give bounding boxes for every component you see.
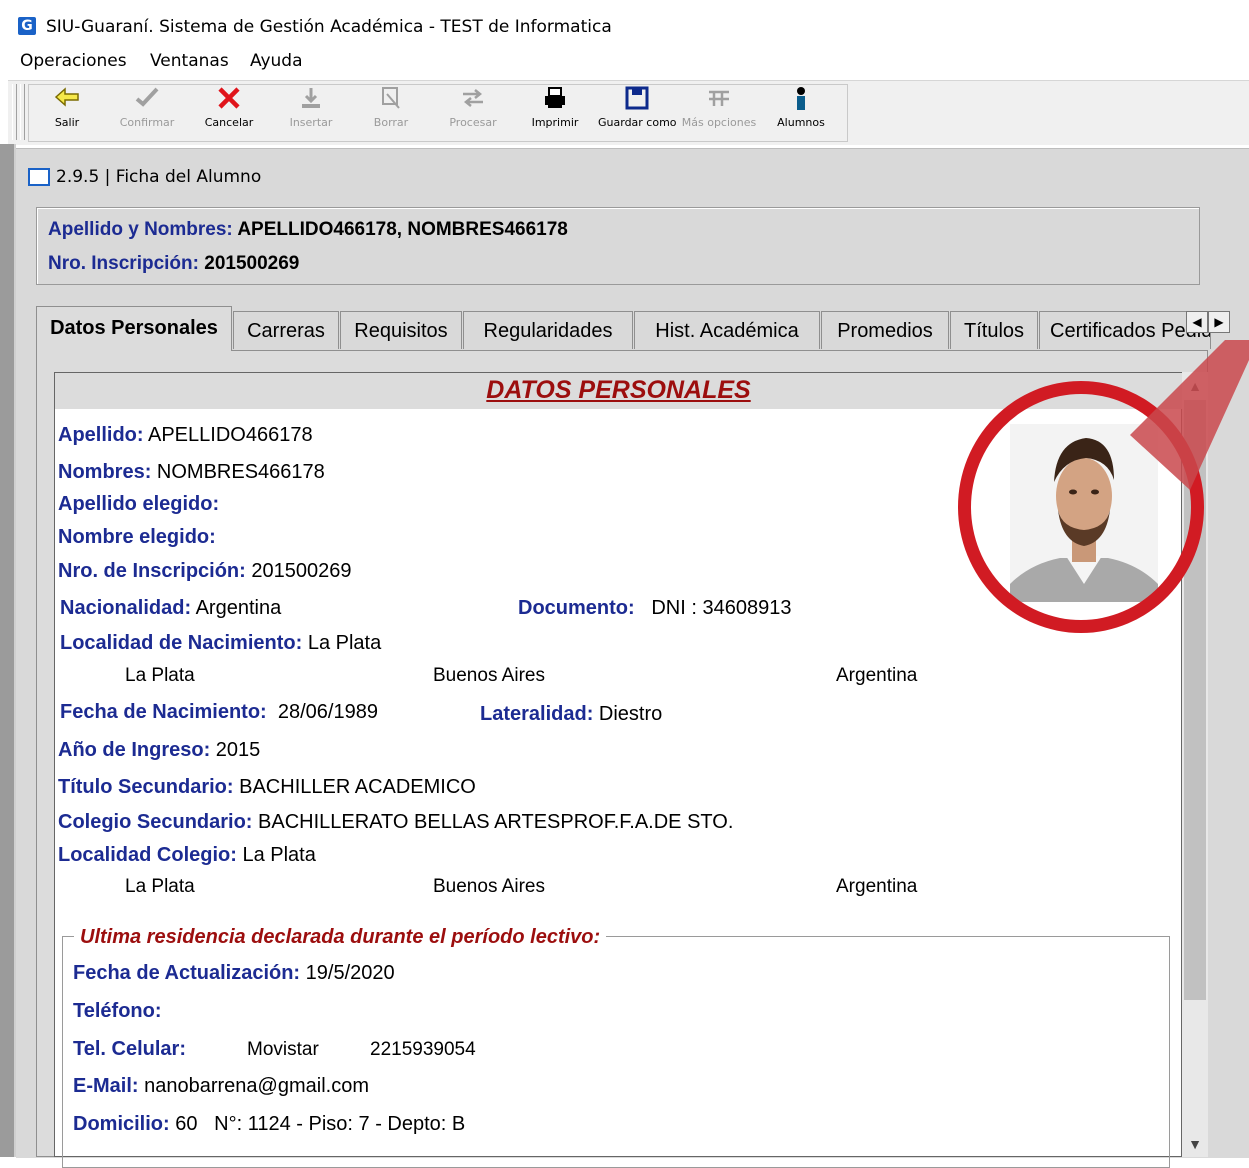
- toolbar-grip[interactable]: [12, 84, 17, 140]
- field-nacionalidad: Nacionalidad: Argentina: [60, 597, 282, 619]
- imprimir-button[interactable]: Imprimir: [516, 86, 594, 138]
- field-localidad-nacimiento: Localidad de Nacimiento: La Plata: [60, 632, 382, 654]
- alumnos-button[interactable]: Alumnos: [762, 86, 840, 138]
- colegio-ciudad: La Plata: [125, 876, 195, 897]
- insertar-button[interactable]: Insertar: [272, 86, 350, 138]
- student-name-line: Apellido y Nombres: APELLIDO466178, NOMB…: [48, 219, 568, 240]
- erase-icon: [352, 86, 430, 116]
- window-icon: [28, 168, 50, 186]
- tab-carreras[interactable]: Carreras: [233, 311, 339, 349]
- tab-regularidades[interactable]: Regularidades: [463, 311, 633, 349]
- nacimiento-ciudad: La Plata: [125, 665, 195, 686]
- students-icon: [762, 86, 840, 116]
- exit-arrow-icon: [28, 86, 106, 116]
- field-apellido-elegido: Apellido elegido:: [58, 493, 220, 515]
- save-icon: [598, 86, 676, 116]
- tab-titulos[interactable]: Títulos: [950, 311, 1038, 349]
- app-logo-icon: G: [18, 17, 36, 35]
- mas-opciones-button[interactable]: Más opciones: [680, 86, 758, 138]
- field-tel-celular: Tel. Celular:: [73, 1038, 186, 1060]
- cancel-x-icon: [190, 86, 268, 116]
- menu-ayuda[interactable]: Ayuda: [250, 51, 303, 71]
- field-nombres: Nombres: NOMBRES466178: [58, 461, 325, 483]
- field-colegio-secundario: Colegio Secundario: BACHILLERATO BELLAS …: [58, 811, 734, 833]
- scroll-down-icon[interactable]: ▼: [1184, 1132, 1206, 1156]
- toolbar-grip[interactable]: [20, 84, 25, 140]
- celular-number: 2215939054: [370, 1039, 476, 1060]
- salir-button[interactable]: Salir: [28, 86, 106, 138]
- nacimiento-pais: Argentina: [836, 665, 918, 686]
- field-fecha-actualizacion: Fecha de Actualización: 19/5/2020: [73, 962, 395, 984]
- more-options-icon: [680, 86, 758, 116]
- field-telefono: Teléfono:: [73, 1000, 162, 1022]
- insert-icon: [272, 86, 350, 116]
- field-fecha-nacimiento: Fecha de Nacimiento: 28/06/1989: [60, 701, 378, 723]
- child-window-title: 2.9.5 | Ficha del Alumno: [56, 167, 262, 187]
- field-nro-inscripcion: Nro. de Inscripción: 201500269: [58, 560, 352, 582]
- confirmar-button[interactable]: Confirmar: [108, 86, 186, 138]
- menu-operaciones[interactable]: Operaciones: [20, 51, 127, 71]
- tab-requisitos[interactable]: Requisitos: [340, 311, 462, 349]
- field-lateralidad: Lateralidad: Diestro: [480, 703, 663, 725]
- field-apellido: Apellido: APELLIDO466178: [58, 424, 313, 446]
- process-icon: [434, 86, 512, 116]
- guardar-como-button[interactable]: Guardar como: [598, 86, 676, 138]
- tab-scroll-right-button[interactable]: ▶: [1208, 311, 1230, 333]
- nacimiento-provincia: Buenos Aires: [433, 665, 545, 686]
- field-localidad-colegio: Localidad Colegio: La Plata: [58, 844, 316, 866]
- tab-datos-personales[interactable]: Datos Personales: [36, 306, 232, 351]
- menu-ventanas[interactable]: Ventanas: [150, 51, 229, 71]
- cancelar-button[interactable]: Cancelar: [190, 86, 268, 138]
- print-icon: [516, 86, 594, 116]
- residencia-legend: Ultima residencia declarada durante el p…: [74, 926, 607, 949]
- borrar-button[interactable]: Borrar: [352, 86, 430, 138]
- tab-hist-academica[interactable]: Hist. Académica: [634, 311, 820, 349]
- student-inscription-line: Nro. Inscripción: 201500269: [48, 253, 300, 274]
- field-documento: Documento: DNI : 34608913: [518, 597, 792, 619]
- highlight-arrow-icon: [1130, 340, 1249, 490]
- window-title: SIU-Guaraní. Sistema de Gestión Académic…: [46, 17, 612, 37]
- tab-promedios[interactable]: Promedios: [821, 311, 949, 349]
- tab-scroll-left-button[interactable]: ◀: [1186, 311, 1208, 333]
- field-domicilio: Domicilio: 60 N°: 1124 - Piso: 7 - Depto…: [73, 1113, 466, 1135]
- field-anio-ingreso: Año de Ingreso: 2015: [58, 739, 261, 761]
- celular-carrier: Movistar: [247, 1039, 319, 1060]
- colegio-provincia: Buenos Aires: [433, 876, 545, 897]
- procesar-button[interactable]: Procesar: [434, 86, 512, 138]
- field-nombre-elegido: Nombre elegido:: [58, 526, 216, 548]
- colegio-pais: Argentina: [836, 876, 918, 897]
- field-email: E-Mail: nanobarrena@gmail.com: [73, 1075, 369, 1097]
- field-titulo-secundario: Título Secundario: BACHILLER ACADEMICO: [58, 776, 476, 798]
- check-icon: [108, 86, 186, 116]
